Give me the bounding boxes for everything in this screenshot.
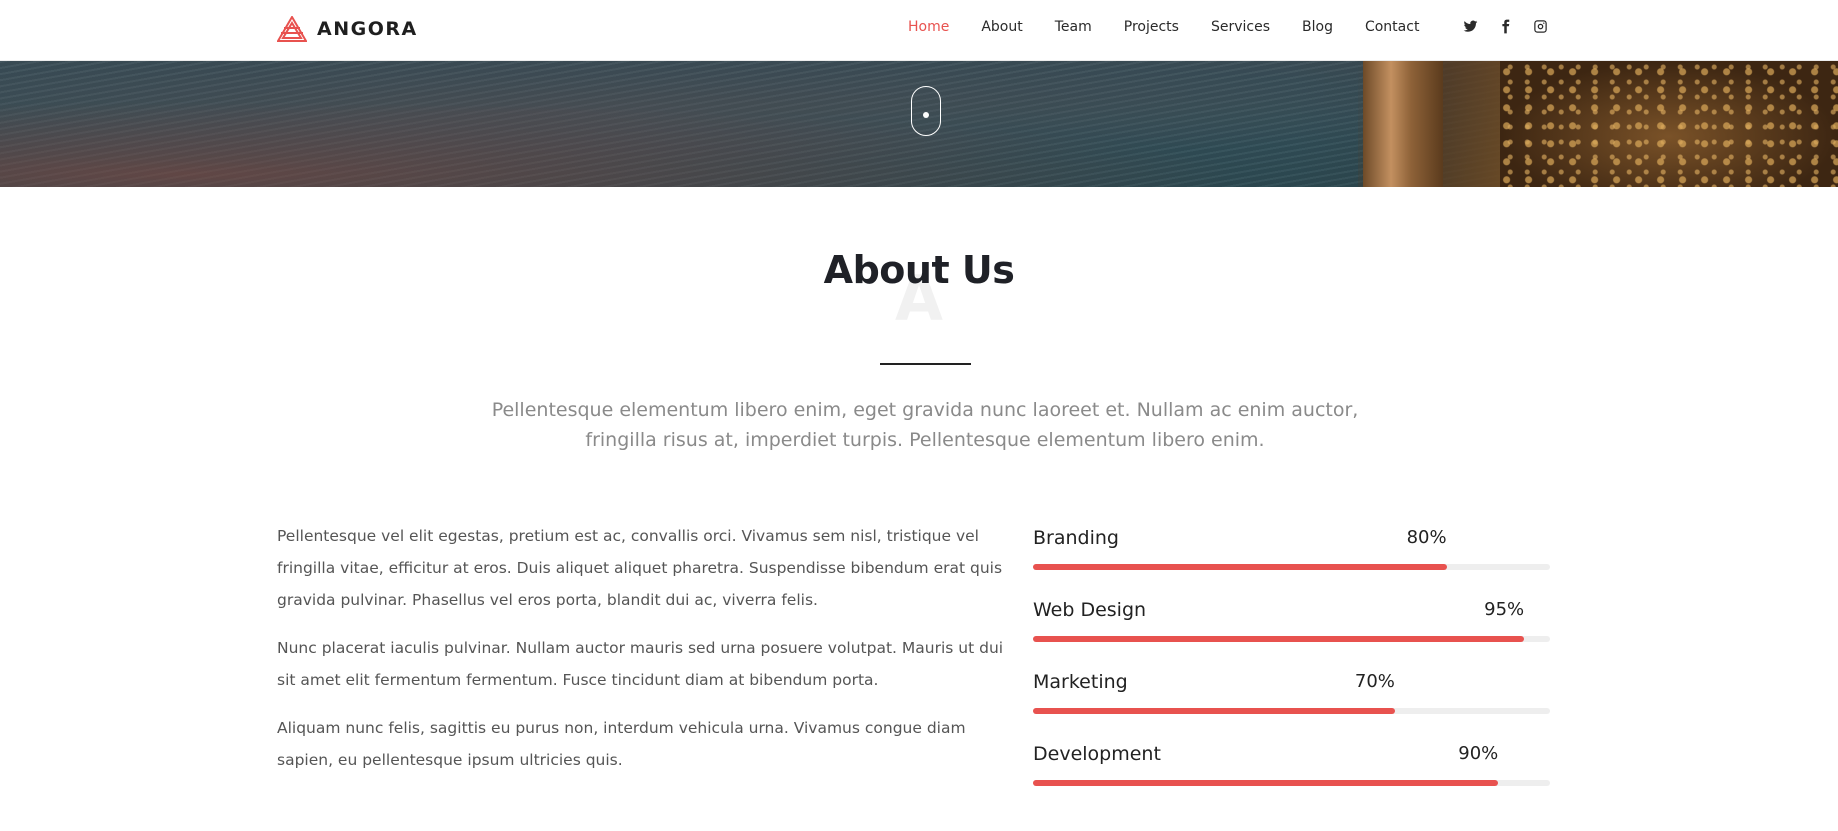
navbar: ANGORA Home About Team Projects Services… (0, 0, 1838, 61)
brand-name: ANGORA (317, 18, 418, 40)
instagram-icon[interactable] (1532, 17, 1548, 35)
social-links (1462, 17, 1567, 35)
nav-team[interactable]: Team (1055, 18, 1092, 36)
skill-progress-fill (1033, 636, 1525, 642)
about-paragraph: Pellentesque vel elit egestas, pretium e… (277, 527, 1003, 609)
nav-about[interactable]: About (981, 18, 1022, 36)
hero-bridge-tower (1363, 61, 1443, 187)
skill-progress-track (1033, 636, 1550, 642)
skill-progress-fill (1033, 564, 1447, 570)
skill-progress-track (1033, 708, 1550, 714)
facebook-icon[interactable] (1497, 17, 1513, 35)
skill-percent: 70% (1354, 671, 1395, 692)
about-title: About Us (823, 248, 1015, 292)
about-title-wrap: About Us (0, 248, 1838, 292)
skill-percent: 80% (1406, 527, 1447, 548)
angora-logo-icon (277, 16, 307, 42)
skill-web-design: Web Design 95% (1033, 599, 1550, 671)
nav-projects[interactable]: Projects (1124, 18, 1179, 36)
skill-progress-fill (1033, 708, 1395, 714)
skill-branding: Branding 80% (1033, 527, 1550, 599)
hero-rocks (1500, 61, 1838, 187)
skill-label: Development (1033, 743, 1161, 765)
skill-development: Development 90% (1033, 743, 1550, 815)
brand-logo[interactable]: ANGORA (277, 14, 418, 44)
main-nav: Home About Team Projects Services Blog C… (908, 18, 1451, 36)
skill-progress-fill (1033, 780, 1499, 786)
skill-marketing: Marketing 70% (1033, 671, 1550, 743)
scroll-dot (923, 112, 929, 118)
about-lead: Pellentesque elementum libero enim, eget… (491, 399, 1359, 451)
skill-percent: 95% (1484, 599, 1525, 620)
about-paragraph: Nunc placerat iaculis pulvinar. Nullam a… (277, 639, 1004, 689)
skill-progress-track (1033, 780, 1550, 786)
about-text: Pellentesque vel elit egestas, pretium e… (277, 520, 1017, 792)
skill-label: Branding (1033, 527, 1119, 549)
twitter-icon[interactable] (1462, 17, 1478, 35)
mouse-scroll-icon[interactable] (911, 86, 941, 136)
nav-services[interactable]: Services (1211, 18, 1270, 36)
skill-label: Web Design (1033, 599, 1147, 621)
about-paragraph: Aliquam nunc felis, sagittis eu purus no… (277, 719, 966, 769)
nav-blog[interactable]: Blog (1302, 18, 1333, 36)
about-divider (880, 363, 971, 365)
nav-contact[interactable]: Contact (1365, 18, 1419, 36)
skill-label: Marketing (1033, 671, 1128, 693)
skill-progress-track (1033, 564, 1550, 570)
skill-percent: 90% (1458, 743, 1499, 764)
skills-list: Branding 80% Web Design 95% Marketing 70… (1033, 527, 1550, 815)
nav-home[interactable]: Home (908, 18, 949, 36)
